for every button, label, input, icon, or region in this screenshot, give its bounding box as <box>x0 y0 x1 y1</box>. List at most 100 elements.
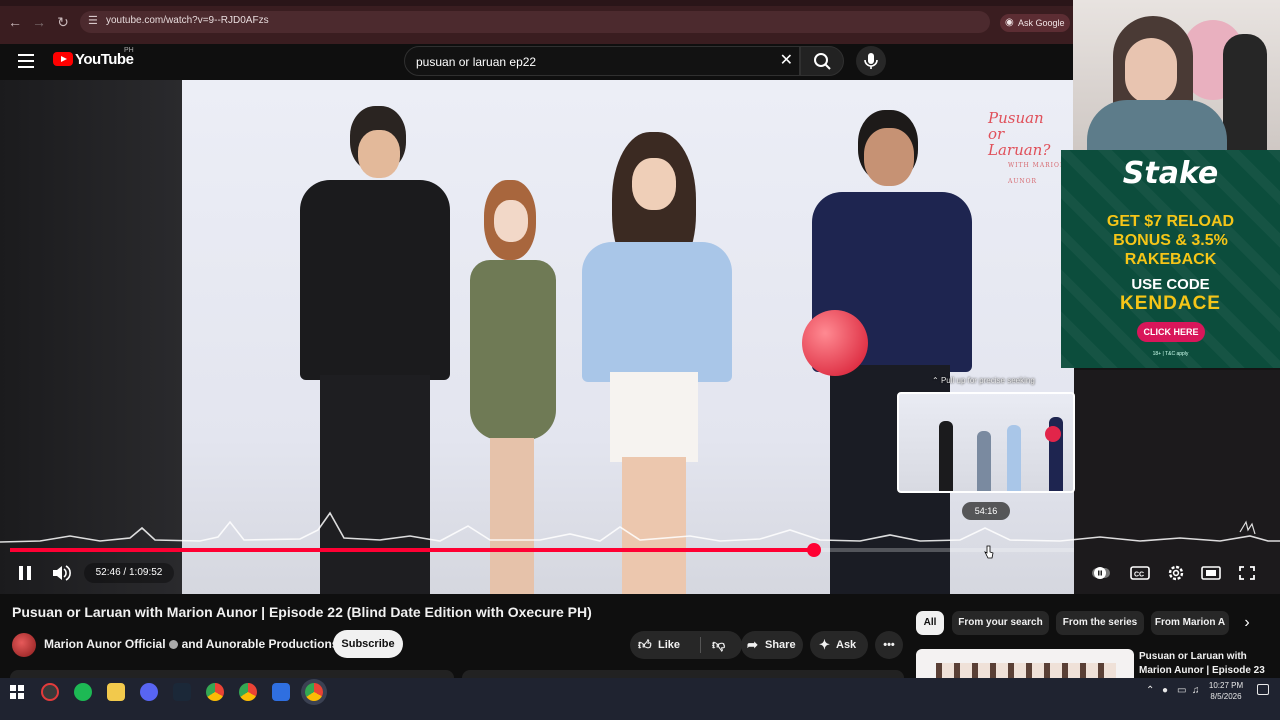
thumbs-up-icon: 👍︎ <box>638 637 652 652</box>
tray-overflow-icon[interactable]: ⌃ <box>1146 685 1154 696</box>
ad-click-here-button[interactable]: CLICK HERE <box>1137 322 1205 342</box>
screen: ← → ↻ ☰ youtube.com/watch?v=9--RJD0AFzs … <box>0 0 1280 720</box>
sparkle-icon: ✦ <box>819 637 830 652</box>
ad-promo-code: KENDACE <box>1120 293 1221 314</box>
ad-offer-line: RAKEBACK <box>1124 251 1217 268</box>
search-button[interactable] <box>800 46 844 76</box>
ask-button[interactable]: ✦ Ask <box>810 631 868 659</box>
audio-waveform-overlay <box>0 511 1280 543</box>
channel-names[interactable]: Marion Aunor Official and Aunorable Produ… <box>44 637 338 651</box>
address-bar[interactable]: ☰ youtube.com/watch?v=9--RJD0AFzs <box>80 11 990 33</box>
webcam-background-person <box>1223 34 1267 150</box>
reload-icon[interactable]: ↻ <box>55 14 71 30</box>
seek-preview-thumbnail <box>897 392 1075 493</box>
share-label: Share <box>765 639 796 651</box>
microphone-icon <box>864 53 878 69</box>
windows-start-icon[interactable] <box>8 683 26 701</box>
ad-offer-line: BONUS & 3.5% <box>1113 232 1228 249</box>
volume-icon <box>53 565 71 581</box>
tray-network-icon[interactable]: ▭ <box>1177 685 1186 696</box>
theater-icon <box>1201 566 1221 580</box>
ad-brand: Stake <box>1122 156 1219 191</box>
mouse-cursor-icon <box>984 545 994 559</box>
share-button[interactable]: ➦ Share <box>741 631 803 659</box>
ad-offer: GET $7 RELOAD BONUS & 3.5% RAKEBACK <box>1061 212 1280 269</box>
streamer-webcam <box>1073 0 1280 150</box>
streamer-signature <box>1239 520 1256 535</box>
settings-button[interactable] <box>1165 563 1187 583</box>
search-input[interactable]: pusuan or laruan ep22 ✕ <box>404 46 800 76</box>
heart-prop <box>802 310 868 376</box>
stopwatch-app-icon[interactable] <box>41 683 59 701</box>
related-video-thumbnail[interactable] <box>916 649 1134 679</box>
seek-hint-text: Pull up for precise seeking <box>940 376 1035 385</box>
video-title: Pusuan or Laruan with Marion Aunor | Epi… <box>12 604 592 620</box>
mute-button[interactable] <box>50 563 72 583</box>
captions-icon: CC <box>1130 566 1150 580</box>
tray-mic-icon[interactable]: ● <box>1162 685 1168 696</box>
chip-from-your-search[interactable]: From your search <box>952 611 1049 635</box>
spotify-icon[interactable] <box>74 683 92 701</box>
progress-scrubber[interactable] <box>807 543 821 557</box>
fullscreen-icon <box>1239 566 1255 580</box>
subscribe-button[interactable]: Subscribe <box>333 630 403 658</box>
more-icon: ••• <box>883 639 895 651</box>
tab-strip <box>0 0 1073 6</box>
country-code: PH <box>124 47 134 54</box>
gear-icon <box>1168 565 1184 581</box>
chip-from-the-series[interactable]: From the series <box>1056 611 1144 635</box>
chrome-icon[interactable] <box>206 683 224 701</box>
forward-icon[interactable]: → <box>31 14 47 30</box>
theater-mode-button[interactable] <box>1200 563 1222 583</box>
steam-icon[interactable] <box>173 683 191 701</box>
pause-icon <box>19 566 31 580</box>
channel-collaborator[interactable]: and Aunorable Productions <box>182 637 339 651</box>
related-video-title[interactable]: Pusuan or Laruan with Marion Aunor | Epi… <box>1139 650 1269 678</box>
ask-google-label: Ask Google <box>1018 18 1065 28</box>
youtube-logo-icon[interactable] <box>53 52 73 66</box>
show-logo-subtitle: WITH MARION AUNOR <box>1008 162 1067 185</box>
captions-button[interactable]: CC <box>1129 563 1151 583</box>
ask-google-button[interactable]: ◉ Ask Google <box>1000 14 1070 32</box>
channel-avatar[interactable] <box>12 633 36 657</box>
autoplay-toggle[interactable] <box>1090 563 1112 583</box>
search-icon <box>814 53 831 70</box>
show-logo: Pusuan or Laruan? WITH MARION AUNOR <box>988 110 1068 190</box>
file-explorer-icon[interactable] <box>107 683 125 701</box>
like-label: Like <box>658 639 681 651</box>
site-info-icon[interactable]: ☰ <box>88 14 102 28</box>
ad-terms: 18+ | T&C apply <box>1152 351 1189 357</box>
seek-hint: ⌃ Pull up for precise seeking <box>932 376 1035 385</box>
channel-name[interactable]: Marion Aunor Official <box>44 637 166 651</box>
clear-search-icon[interactable]: ✕ <box>780 52 793 70</box>
chip-all[interactable]: All <box>916 611 944 635</box>
app-blue-icon[interactable] <box>272 683 290 701</box>
dislike-button[interactable]: 👎︎ <box>702 631 742 659</box>
pause-button[interactable] <box>14 563 36 583</box>
clock-time: 10:27 PM <box>1208 681 1244 690</box>
back-icon[interactable]: ← <box>7 14 23 30</box>
ask-label: Ask <box>836 639 857 651</box>
discord-icon[interactable] <box>140 683 158 701</box>
tray-volume-icon[interactable]: ♫ <box>1192 685 1200 696</box>
chip-from-marion[interactable]: From Marion A <box>1151 611 1229 635</box>
chrome-profile-icon[interactable] <box>239 683 257 701</box>
address-url: youtube.com/watch?v=9--RJD0AFzs <box>106 15 269 26</box>
more-actions-button[interactable]: ••• <box>875 631 903 659</box>
menu-icon[interactable] <box>18 54 34 68</box>
voice-search-button[interactable] <box>856 46 886 76</box>
like-button[interactable]: 👍︎ Like <box>630 631 700 659</box>
time-display: 52:46 / 1:09:52 <box>84 563 174 583</box>
svg-text:CC: CC <box>1134 572 1144 579</box>
progress-played <box>10 548 814 552</box>
sponsor-ad-stake[interactable]: Stake GET $7 RELOAD BONUS & 3.5% RAKEBAC… <box>1061 150 1280 368</box>
chrome-active-icon[interactable] <box>305 683 323 701</box>
youtube-header: YouTube PH pusuan or laruan ep22 ✕ <box>0 44 1073 80</box>
chips-next-icon[interactable]: › <box>1238 611 1256 635</box>
taskbar-clock[interactable]: 10:27 PM 8/5/2026 <box>1204 680 1248 702</box>
verified-icon <box>168 640 178 649</box>
search-query: pusuan or laruan ep22 <box>416 55 537 69</box>
thumbs-down-icon: 👎︎ <box>712 637 726 652</box>
fullscreen-button[interactable] <box>1236 563 1258 583</box>
notifications-icon[interactable] <box>1257 684 1269 695</box>
